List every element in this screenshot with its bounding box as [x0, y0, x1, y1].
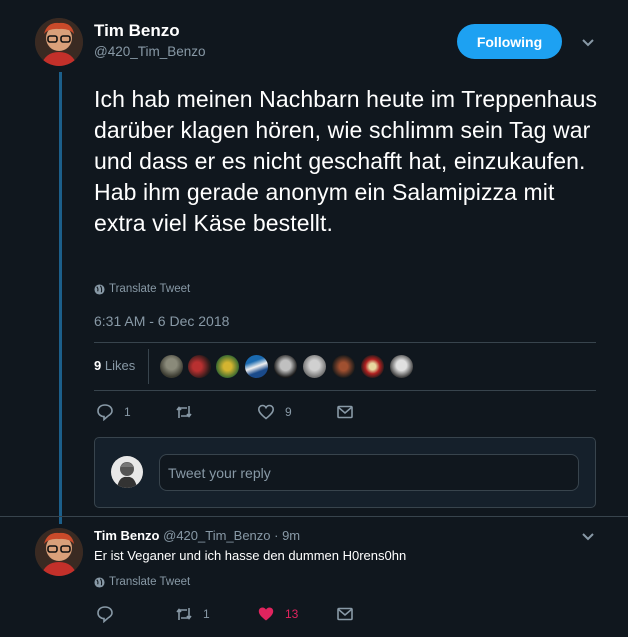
chevron-down-icon[interactable] [581, 532, 595, 542]
liker-avatar[interactable] [187, 354, 212, 379]
retweet-action[interactable]: 1 [175, 605, 210, 623]
reply-author-handle[interactable]: @420_Tim_Benzo [163, 528, 270, 543]
reply-icon [97, 606, 113, 623]
retweet-icon [176, 608, 192, 620]
likes-count[interactable]: 9 Likes [94, 358, 135, 373]
liker-avatar[interactable] [302, 354, 327, 379]
liker-avatar[interactable] [273, 354, 298, 379]
translate-tweet-link[interactable]: Translate Tweet [94, 576, 190, 588]
retweet-count: 1 [203, 607, 210, 621]
liker-avatar[interactable] [215, 354, 240, 379]
like-count: 13 [285, 607, 299, 621]
retweet-action[interactable] [175, 403, 203, 421]
reply-header: Tim Benzo @420_Tim_Benzo · 9m [94, 528, 300, 543]
liker-avatar[interactable] [389, 354, 414, 379]
globe-icon [94, 576, 105, 588]
following-button[interactable]: Following [457, 24, 562, 59]
author-handle[interactable]: @420_Tim_Benzo [94, 44, 206, 59]
liker-avatar[interactable] [244, 354, 269, 379]
likes-separator [148, 349, 149, 384]
chevron-down-icon[interactable] [581, 38, 595, 48]
retweet-icon [176, 406, 192, 418]
reply-count: 1 [124, 405, 131, 419]
like-action[interactable]: 13 [257, 605, 298, 623]
translate-tweet-link[interactable]: Translate Tweet [94, 283, 190, 295]
likes-number: 9 [94, 358, 102, 373]
translate-label: Translate Tweet [109, 283, 191, 295]
envelope-icon [337, 405, 353, 419]
heart-icon [257, 404, 275, 420]
reply-composer [94, 437, 596, 508]
reply-text: Er ist Veganer und ich hasse den dummen … [94, 548, 407, 563]
reply-action[interactable] [96, 605, 124, 623]
reply-action[interactable]: 1 [96, 403, 131, 421]
translate-label: Translate Tweet [109, 576, 191, 588]
liker-avatar[interactable] [331, 354, 356, 379]
message-action[interactable] [336, 403, 354, 421]
message-action[interactable] [336, 605, 354, 623]
reply-time[interactable]: · 9m [274, 528, 300, 543]
author-avatar[interactable] [35, 18, 83, 66]
tweet-text: Ich hab meinen Nachbarn heute im Treppen… [94, 86, 598, 236]
like-action[interactable]: 9 [257, 403, 292, 421]
divider [94, 390, 596, 391]
user-avatar[interactable] [111, 456, 143, 488]
liker-avatar[interactable] [360, 354, 385, 379]
reply-author-avatar[interactable] [35, 528, 83, 576]
divider [94, 342, 596, 343]
envelope-icon [337, 607, 353, 621]
reply-author-name[interactable]: Tim Benzo [94, 528, 160, 543]
tweet-timestamp[interactable]: 6:31 AM - 6 Dec 2018 [94, 313, 229, 329]
liker-avatar[interactable] [159, 354, 184, 379]
likes-text: Likes [104, 358, 136, 373]
thread-line [59, 72, 62, 524]
reply-icon [97, 404, 113, 421]
reply-input[interactable] [159, 454, 579, 491]
like-count: 9 [285, 405, 292, 419]
divider [0, 516, 628, 517]
globe-icon [94, 283, 105, 295]
heart-filled-icon [258, 607, 274, 621]
author-name[interactable]: Tim Benzo [94, 21, 180, 41]
